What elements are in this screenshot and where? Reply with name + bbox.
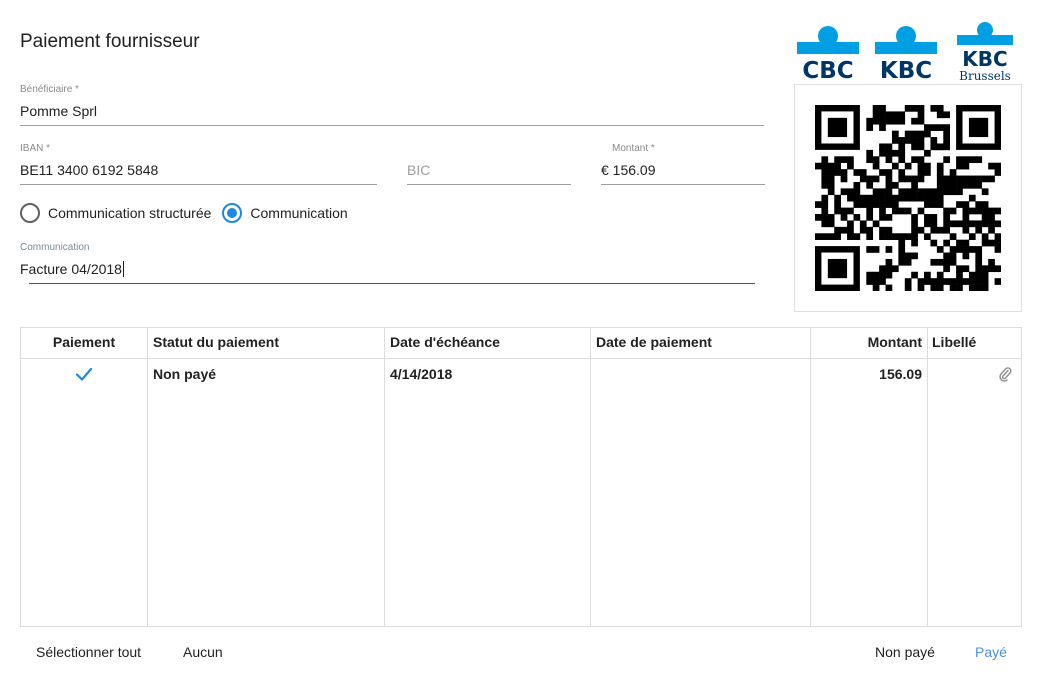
beneficiary-field[interactable]: Bénéficiaire * Pomme Sprl (20, 84, 764, 126)
row-amount: 156.09 (879, 366, 922, 382)
row-payment-checkbox[interactable] (73, 359, 95, 389)
iban-value[interactable]: BE11 3400 6192 5848 (20, 159, 377, 181)
payments-table: Paiement Statut du paiement Date d'échéa… (20, 327, 1022, 627)
radio-structured-communication[interactable]: Communication structurée (20, 203, 211, 223)
iban-label: IBAN * (20, 143, 51, 154)
bank-logos: CBC KBC KBC Brussels (797, 22, 1013, 82)
paperclip-icon (999, 367, 1012, 382)
brussels-logo-text: Brussels (959, 69, 1011, 82)
kbc-brussels-logo-icon: KBC Brussels (957, 22, 1013, 82)
radio-communication[interactable]: Communication (222, 203, 348, 223)
select-none-button[interactable]: Aucun (183, 641, 223, 663)
radio-label: Communication structurée (48, 205, 212, 221)
bic-field[interactable]: BIC (407, 143, 571, 185)
row-attachment-button[interactable] (995, 359, 1015, 389)
kbc-brussels-logo-text: KBC (962, 47, 1007, 71)
checkmark-icon (75, 367, 93, 381)
communication-label: Communication (20, 242, 90, 253)
column-header-date-paiement[interactable]: Date de paiement (596, 328, 712, 358)
amount-field[interactable]: Montant * € 156.09 (601, 143, 765, 185)
radio-circle-checked-icon (222, 203, 243, 223)
communication-field[interactable]: Communication Facture 04/2018 (20, 242, 764, 284)
iban-underline (20, 184, 377, 185)
qr-code-panel (794, 84, 1022, 312)
beneficiary-underline (20, 125, 764, 126)
communication-value: Facture 04/2018 (20, 261, 122, 277)
row-status: Non payé (153, 366, 217, 382)
mark-unpaid-button[interactable]: Non payé (875, 641, 935, 663)
select-all-button[interactable]: Sélectionner tout (36, 641, 141, 663)
bic-input[interactable]: BIC (407, 159, 571, 181)
qr-code-icon (815, 105, 1001, 291)
radio-circle-icon (20, 203, 40, 223)
column-header-statut[interactable]: Statut du paiement (153, 328, 279, 358)
amount-value[interactable]: € 156.09 (601, 159, 765, 181)
communication-underline (29, 283, 755, 284)
row-due-date: 4/14/2018 (390, 366, 453, 382)
mark-paid-button[interactable]: Payé (975, 641, 1007, 663)
beneficiary-value[interactable]: Pomme Sprl (20, 100, 764, 122)
radio-label: Communication (250, 205, 348, 221)
communication-input[interactable]: Facture 04/2018 (20, 258, 764, 280)
page-title: Paiement fournisseur (20, 31, 200, 52)
cbc-logo-icon: CBC (797, 26, 859, 82)
column-header-echeance[interactable]: Date d'échéance (390, 328, 500, 358)
communication-type-group: Communication structurée Communication (20, 202, 359, 224)
column-header-libelle[interactable]: Libellé (932, 328, 976, 358)
cbc-logo-text: CBC (802, 58, 853, 82)
kbc-logo-text: KBC (880, 58, 932, 82)
kbc-logo-icon: KBC (875, 26, 937, 82)
column-header-paiement[interactable]: Paiement (21, 328, 147, 358)
column-header-montant[interactable]: Montant (810, 328, 922, 358)
bic-underline (407, 184, 571, 185)
beneficiary-label: Bénéficiaire * (20, 84, 79, 95)
iban-field[interactable]: IBAN * BE11 3400 6192 5848 (20, 143, 377, 185)
amount-label: Montant * (612, 143, 655, 154)
text-caret (122, 261, 124, 277)
amount-underline (601, 184, 765, 185)
